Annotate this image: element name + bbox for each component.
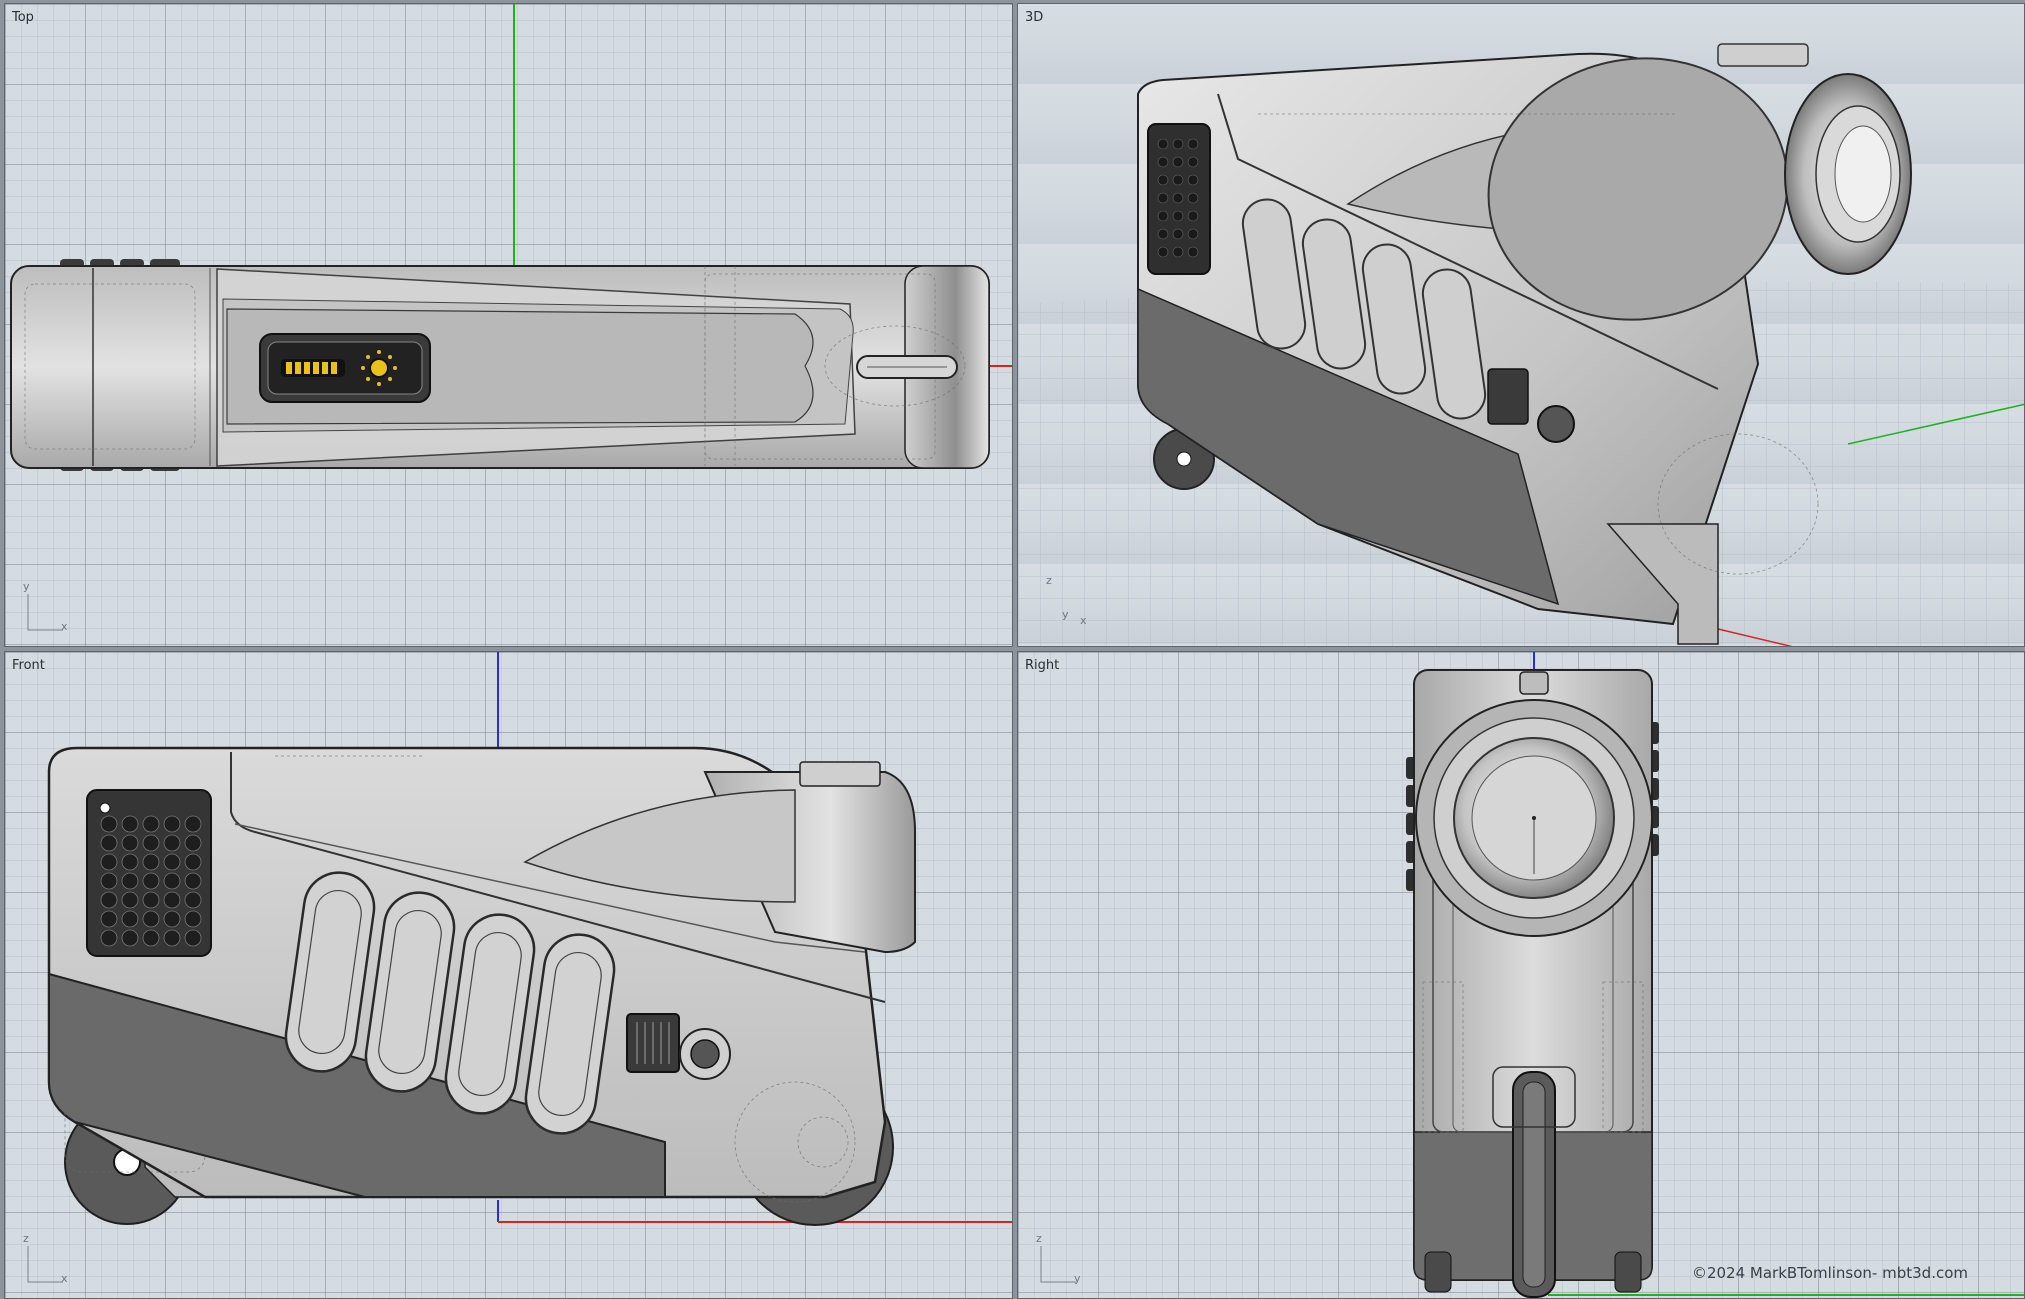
grille-hole — [184, 872, 202, 890]
grille-hole — [142, 929, 160, 947]
axis-label-v: y — [23, 580, 30, 593]
grille-hole — [100, 853, 118, 871]
grille-hole — [100, 929, 118, 947]
right-view-model — [1406, 652, 2024, 1298]
viewport-perspective[interactable]: 3D z y x — [1017, 3, 2025, 647]
grille-hole — [100, 872, 118, 890]
axis-label-v: z — [1036, 1232, 1042, 1245]
axis-triad — [27, 594, 63, 631]
axis-label-v: z — [23, 1232, 29, 1245]
grille-hole — [163, 910, 181, 928]
grille-hole — [184, 815, 202, 833]
grille-hole — [100, 834, 118, 852]
viewport-front[interactable]: Front z x — [4, 651, 1013, 1299]
grille-hole — [121, 834, 139, 852]
axis-label-v: z — [1046, 574, 1052, 587]
grille-hole — [163, 853, 181, 871]
grille-hole — [100, 891, 118, 909]
grille-hole — [142, 834, 160, 852]
grille-hole — [184, 834, 202, 852]
grille-hole — [184, 891, 202, 909]
grille-hole — [121, 872, 139, 890]
grille-hole — [184, 929, 202, 947]
grille-hole — [142, 891, 160, 909]
viewport-right[interactable]: Right z y ©2024 MarkBTomlinson- mbt3d.co… — [1017, 651, 2025, 1299]
front-view-model — [47, 652, 1012, 1226]
perspective-view-model — [1018, 43, 2024, 646]
grille-hole — [121, 891, 139, 909]
grille-hole — [184, 853, 202, 871]
grille-hole — [142, 872, 160, 890]
axis-label-d: y — [1062, 608, 1069, 621]
top-view-model — [10, 4, 1012, 471]
axis-triad — [1040, 1246, 1076, 1283]
grille-hole — [142, 853, 160, 871]
grille-hole — [163, 815, 181, 833]
grille-hole — [142, 815, 160, 833]
grille-hole — [121, 929, 139, 947]
grille-hole — [121, 853, 139, 871]
grille-hole — [142, 910, 160, 928]
grille-hole — [163, 872, 181, 890]
copyright-text: ©2024 MarkBTomlinson- mbt3d.com — [1691, 1264, 1968, 1282]
viewport-top[interactable]: Top y x — [4, 3, 1013, 647]
grille-hole — [121, 910, 139, 928]
axis-triad — [27, 1246, 63, 1283]
grille-hole — [184, 910, 202, 928]
grille-hole — [100, 815, 118, 833]
grille-hole — [163, 891, 181, 909]
grille-hole — [121, 815, 139, 833]
grille-hole — [163, 834, 181, 852]
grille-hole — [100, 910, 118, 928]
axis-label-h: x — [1080, 614, 1087, 627]
grille-hole — [163, 929, 181, 947]
